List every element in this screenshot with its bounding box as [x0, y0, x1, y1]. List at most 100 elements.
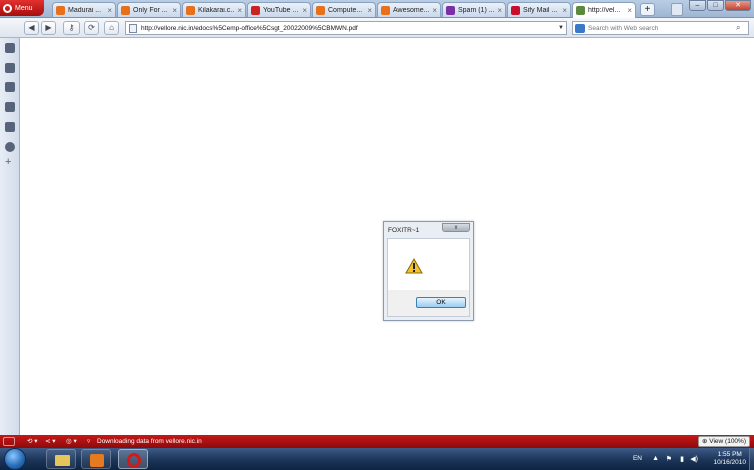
opera-logo-icon: [3, 3, 12, 13]
tab-awesome[interactable]: Awesome... ×: [377, 2, 441, 17]
side-panel: +: [0, 38, 20, 435]
close-tab-icon[interactable]: ×: [627, 6, 632, 15]
reload-button[interactable]: ⟳: [84, 21, 99, 35]
bookmarks-icon[interactable]: [5, 43, 15, 53]
clock[interactable]: 1:55 PM 10/16/2010: [713, 451, 746, 467]
system-tray: EN ▲ ⚑ ▮ ◀) 1:55 PM 10/16/2010: [624, 448, 754, 470]
tab-label: Awesome...: [393, 6, 430, 14]
unite-status-icon[interactable]: ⋖ ▾: [45, 437, 56, 446]
tab-label: YouTube ...: [263, 6, 299, 14]
tab-label: Madurai ...: [68, 6, 102, 14]
ok-button[interactable]: OK: [416, 297, 466, 308]
add-panel-icon[interactable]: +: [5, 156, 11, 168]
tab-favicon-icon: [121, 5, 130, 15]
opera-taskbar-button[interactable]: [118, 449, 148, 469]
tab-sify-mail[interactable]: Sify Mail ... ×: [507, 2, 571, 17]
tab-label: Only For ...: [133, 6, 168, 14]
home-button[interactable]: ⌂: [104, 21, 119, 35]
show-hidden-icons-icon[interactable]: ▲: [652, 455, 659, 462]
clock-time: 1:55 PM: [717, 451, 742, 458]
youtube-favicon-icon: [251, 5, 260, 15]
search-engine-icon[interactable]: [575, 23, 585, 33]
page-favicon-icon: [576, 6, 585, 15]
search-input[interactable]: [588, 24, 733, 32]
address-dropdown-icon[interactable]: ▼: [558, 25, 566, 31]
language-indicator[interactable]: EN: [633, 455, 642, 462]
tab-label: http://vel...: [588, 7, 621, 14]
tab-youtube[interactable]: YouTube ... ×: [247, 2, 311, 17]
status-bar: ⟲ ▾ ⋖ ▾ ◎ ▾ ▿ Downloading data from vell…: [0, 435, 754, 448]
zoom-control[interactable]: ⊕ View (100%): [698, 436, 750, 447]
navigation-bar: ◀ ▶ ⚷ ⟳ ⌂ http://vellore.nic.in/edocs%5C…: [0, 18, 754, 38]
action-center-flag-icon[interactable]: ⚑: [666, 455, 672, 463]
sify-favicon-icon: [511, 5, 520, 15]
close-tab-icon[interactable]: ×: [432, 6, 437, 15]
tab-strip: Menu Madurai ... × Only For ... × Kilaka…: [0, 0, 754, 18]
speed-dial-icon[interactable]: ◎ ▾: [66, 437, 77, 446]
tab-favicon-icon: [381, 5, 390, 15]
window-controls: – □ ✕: [689, 0, 751, 11]
panel-toggle-icon[interactable]: [3, 437, 15, 446]
tab-only-for[interactable]: Only For ... ×: [117, 2, 181, 17]
dialog-title: FOXITR~1: [388, 227, 420, 234]
tab-label: Spam (1) ...: [458, 6, 495, 14]
menu-label: Menu: [15, 4, 33, 12]
widgets-icon[interactable]: [5, 63, 15, 73]
tab-madurai[interactable]: Madurai ... ×: [52, 2, 116, 17]
yahoo-favicon-icon: [446, 5, 455, 15]
tab-computer[interactable]: Compute... ×: [312, 2, 376, 17]
unite-icon[interactable]: [5, 82, 15, 92]
show-desktop-button[interactable]: [749, 448, 754, 470]
opera-icon: [127, 453, 141, 468]
tab-label: Kilakarai.c...: [198, 6, 235, 14]
warning-icon: [405, 258, 423, 274]
tab-label: Sify Mail ...: [523, 6, 558, 14]
new-tab-button[interactable]: +: [640, 3, 655, 16]
media-player-taskbar-button[interactable]: [81, 449, 111, 469]
trash-can-icon[interactable]: [671, 3, 683, 16]
media-player-icon: [90, 454, 104, 467]
battery-icon[interactable]: ▮: [680, 455, 684, 463]
explorer-taskbar-button[interactable]: [46, 449, 76, 469]
forward-button[interactable]: ▶: [41, 21, 56, 35]
wand-key-icon[interactable]: ⚷: [63, 21, 80, 35]
folder-icon: [55, 455, 70, 466]
status-text: Downloading data from vellore.nic.in: [97, 438, 202, 445]
minimize-button[interactable]: –: [689, 0, 706, 11]
notes-icon[interactable]: [5, 102, 15, 112]
window-close-button[interactable]: ✕: [725, 0, 751, 11]
tab-favicon-icon: [186, 5, 195, 15]
clock-date: 10/16/2010: [713, 459, 746, 466]
windows-taskbar: EN ▲ ⚑ ▮ ◀) 1:55 PM 10/16/2010: [0, 448, 754, 470]
close-tab-icon[interactable]: ×: [172, 6, 177, 15]
address-bar[interactable]: http://vellore.nic.in/edocs%5Cemp-office…: [125, 21, 567, 35]
tab-vellore-active[interactable]: http://vel... ×: [572, 2, 636, 18]
tab-kilakarai[interactable]: Kilakarai.c... ×: [182, 2, 246, 17]
transfer-status-icon: ▿: [87, 438, 91, 445]
close-tab-icon[interactable]: ×: [497, 6, 502, 15]
close-tab-icon[interactable]: ×: [107, 6, 112, 15]
downloads-icon[interactable]: [5, 122, 15, 132]
history-icon[interactable]: [5, 142, 15, 152]
close-tab-icon[interactable]: ×: [237, 6, 242, 15]
close-tab-icon[interactable]: ×: [562, 6, 567, 15]
dialog-button-area: OK: [388, 290, 469, 316]
search-box[interactable]: ⌕: [572, 21, 749, 35]
tab-spam[interactable]: Spam (1) ... ×: [442, 2, 506, 17]
tab-favicon-icon: [316, 5, 325, 15]
start-button[interactable]: [4, 448, 26, 470]
zoom-text: View (100%): [709, 438, 746, 445]
close-tab-icon[interactable]: ×: [367, 6, 372, 15]
address-url[interactable]: http://vellore.nic.in/edocs%5Cemp-office…: [141, 25, 554, 32]
maximize-button[interactable]: □: [707, 0, 724, 11]
volume-icon[interactable]: ◀): [690, 455, 698, 463]
tab-label: Compute...: [328, 6, 363, 14]
back-button[interactable]: ◀: [24, 21, 39, 35]
search-icon[interactable]: ⌕: [736, 23, 746, 33]
turbo-icon[interactable]: ⟲ ▾: [27, 437, 38, 446]
close-tab-icon[interactable]: ×: [302, 6, 307, 15]
dialog-close-button[interactable]: x: [442, 223, 470, 232]
dialog-body: OK: [387, 238, 470, 317]
opera-menu-button[interactable]: Menu: [0, 0, 44, 16]
tab-favicon-icon: [56, 5, 65, 15]
